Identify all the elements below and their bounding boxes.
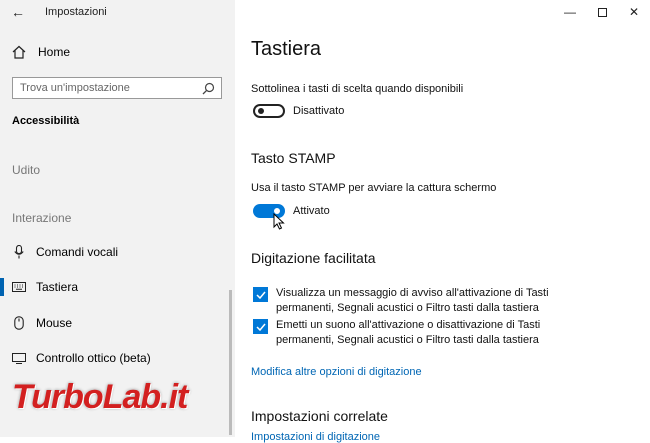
sidebar-item-controllo-ottico[interactable]: Controllo ottico (beta) bbox=[0, 343, 235, 373]
underline-toggle[interactable] bbox=[253, 104, 285, 118]
stamp-heading: Tasto STAMP bbox=[251, 150, 336, 166]
typing-option-warning[interactable]: Visualizza un messaggio di avviso all'at… bbox=[253, 286, 553, 316]
close-icon[interactable]: ✕ bbox=[618, 0, 650, 24]
sidebar-item-udito[interactable]: Udito bbox=[12, 163, 40, 177]
checkbox-checked[interactable] bbox=[253, 287, 268, 302]
search-box[interactable] bbox=[12, 77, 222, 99]
typing-heading: Digitazione facilitata bbox=[251, 250, 376, 266]
sidebar-item-tastiera[interactable]: Tastiera bbox=[0, 272, 235, 302]
mouse-icon bbox=[12, 316, 26, 330]
checkbox-label-line: permanenti, Segnali acustici o Filtro ta… bbox=[276, 302, 539, 314]
typing-option-sound[interactable]: Emetti un suono all'attivazione o disatt… bbox=[253, 318, 553, 348]
related-settings-heading: Impostazioni correlate bbox=[251, 408, 388, 424]
underline-toggle-state: Disattivato bbox=[293, 105, 345, 117]
home-label: Home bbox=[38, 45, 71, 59]
back-arrow-icon[interactable]: ← bbox=[10, 4, 26, 20]
minimize-icon[interactable]: — bbox=[554, 0, 586, 24]
page-title: Tastiera bbox=[251, 38, 322, 60]
checkmark-icon bbox=[255, 323, 266, 331]
watermark-logo: TurboLab.it bbox=[12, 372, 237, 422]
window-controls: — ✕ bbox=[554, 0, 650, 24]
checkbox-label-line: permanenti, Segnali acustici o Filtro ta… bbox=[276, 334, 539, 346]
sidebar-item-label: Tastiera bbox=[36, 280, 79, 294]
main-panel: — ✕ Tastiera Sottolinea i tasti di scelt… bbox=[235, 0, 650, 443]
search-icon[interactable] bbox=[202, 82, 215, 95]
mouse-pointer-icon bbox=[273, 213, 285, 230]
underline-setting-label: Sottolinea i tasti di scelta quando disp… bbox=[251, 83, 464, 95]
checkbox-label: Emetti un suono all'attivazione o disatt… bbox=[276, 318, 540, 348]
sidebar-item-label: Controllo ottico (beta) bbox=[36, 351, 151, 365]
eye-icon bbox=[12, 352, 26, 364]
nav-home[interactable]: Home bbox=[12, 45, 70, 59]
checkbox-label-line: Emetti un suono all'attivazione o disatt… bbox=[276, 319, 541, 331]
microphone-icon bbox=[12, 245, 26, 259]
home-icon bbox=[12, 45, 26, 59]
keyboard-icon bbox=[12, 282, 26, 292]
checkmark-icon bbox=[255, 291, 266, 299]
sidebar-item-label: Mouse bbox=[36, 316, 73, 330]
maximize-icon[interactable] bbox=[586, 0, 618, 24]
toggle-knob bbox=[258, 108, 264, 114]
sidebar-item-label: Comandi vocali bbox=[36, 245, 119, 259]
sidebar-item-comandi-vocali[interactable]: Comandi vocali bbox=[0, 237, 235, 267]
checkbox-label-line: Visualizza un messaggio di avviso all'at… bbox=[276, 287, 549, 299]
checkbox-checked[interactable] bbox=[253, 319, 268, 334]
stamp-toggle-state: Attivato bbox=[293, 205, 330, 217]
search-input[interactable] bbox=[13, 78, 200, 98]
related-settings-link[interactable]: Impostazioni di digitazione bbox=[251, 431, 380, 443]
app-title: Impostazioni bbox=[45, 6, 107, 18]
stamp-setting-label: Usa il tasto STAMP per avviare la cattur… bbox=[251, 182, 497, 194]
more-typing-options-link[interactable]: Modifica altre opzioni di digitazione bbox=[251, 366, 422, 378]
section-title: Accessibilità bbox=[12, 115, 80, 127]
group-label: Interazione bbox=[12, 211, 72, 225]
checkbox-label: Visualizza un messaggio di avviso all'at… bbox=[276, 286, 549, 316]
watermark-text: TurboLab.it bbox=[12, 377, 188, 416]
sidebar-item-mouse[interactable]: Mouse bbox=[0, 308, 235, 338]
